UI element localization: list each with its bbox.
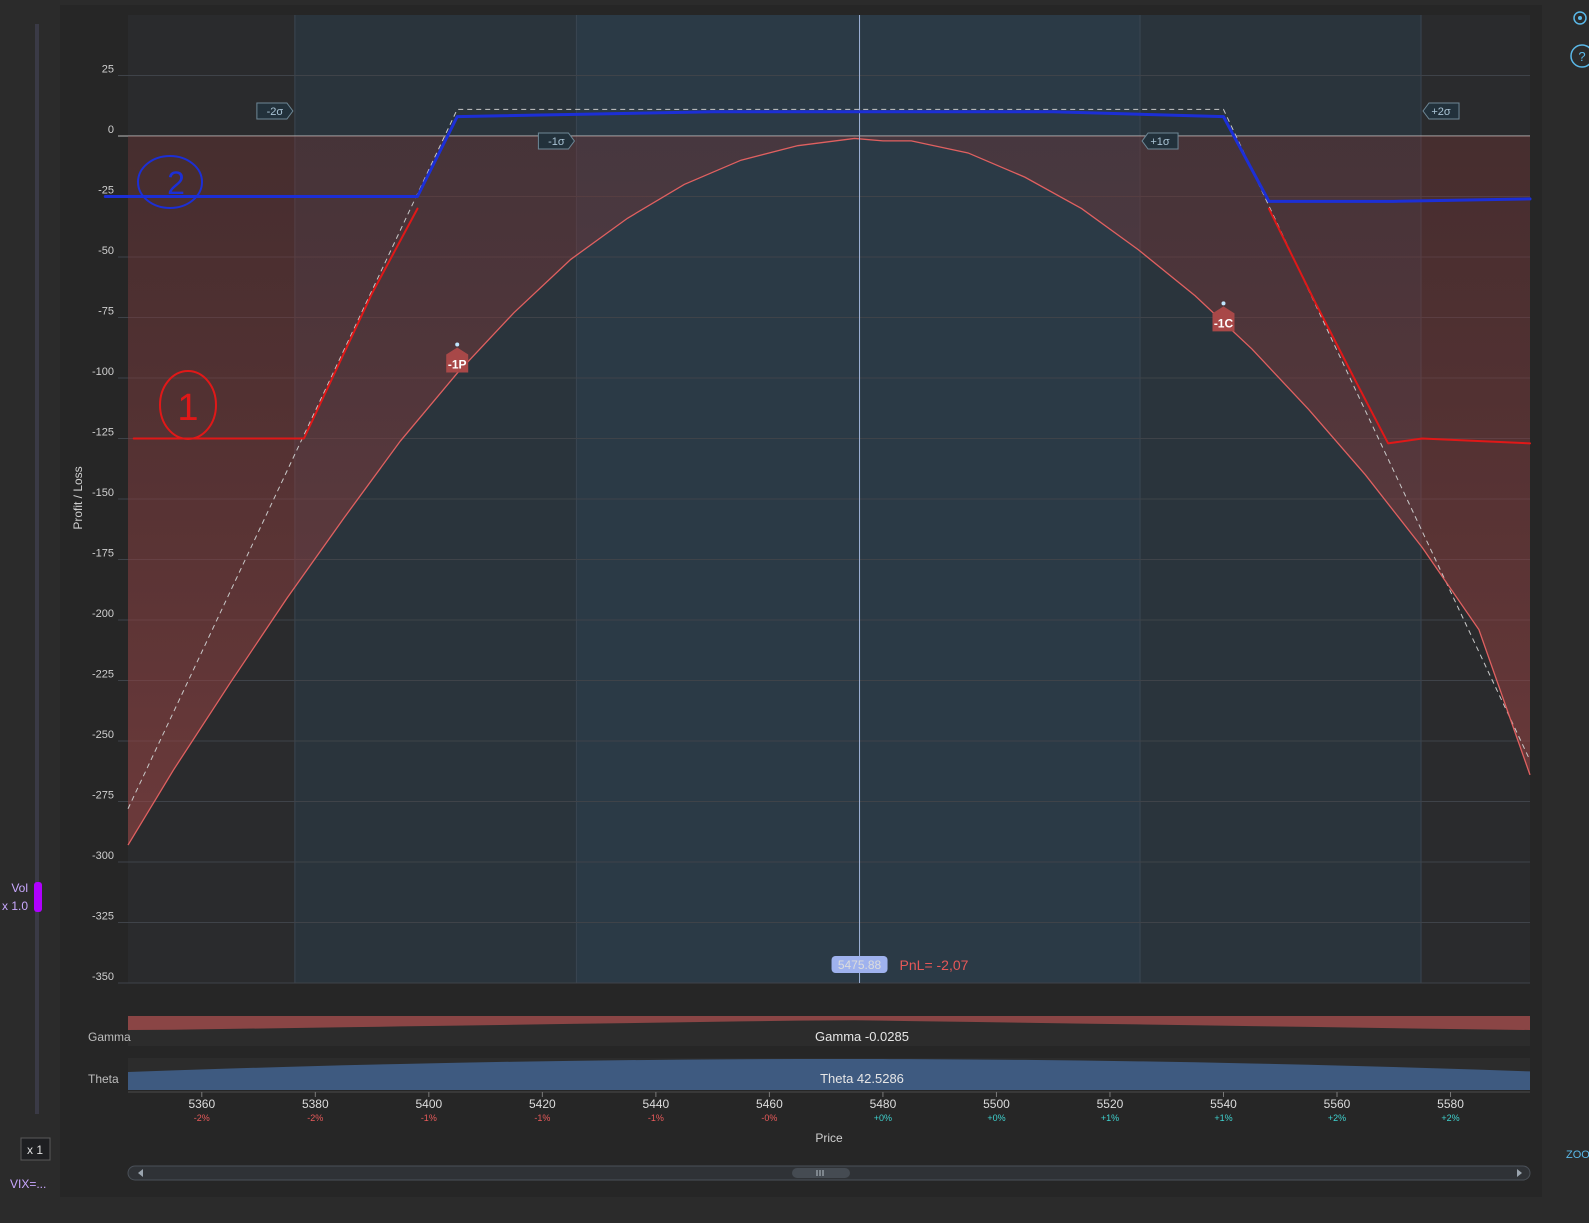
- x-tick-label: 5380: [302, 1097, 329, 1111]
- y-tick-label: 25: [102, 64, 114, 76]
- annotation-number-2: 2: [167, 165, 185, 201]
- x-tick-pct: -1%: [534, 1113, 550, 1123]
- x-tick-pct: +2%: [1328, 1113, 1346, 1123]
- x-tick-label: 5480: [870, 1097, 897, 1111]
- x-tick-pct: -2%: [194, 1113, 210, 1123]
- vol-slider-handle[interactable]: [34, 882, 42, 912]
- horizontal-scrollbar[interactable]: [127, 1165, 1531, 1181]
- x-tick-label: 5360: [188, 1097, 215, 1111]
- price-marker: 5475.88 PnL= -2,07: [831, 956, 969, 973]
- leg-point: [455, 342, 460, 347]
- y-axis-title: Profit / Loss: [71, 466, 85, 529]
- x-tick-pct: +0%: [987, 1113, 1005, 1123]
- annotation-number-1: 1: [177, 387, 198, 429]
- x-tick-pct: +0%: [874, 1113, 892, 1123]
- y-tick-label: -325: [92, 911, 114, 923]
- gamma-label: Gamma: [88, 1030, 131, 1044]
- y-tick-label: -75: [98, 306, 114, 318]
- sigma-tag-label: -2σ: [267, 106, 284, 118]
- y-tick-label: -175: [92, 548, 114, 560]
- vol-multiplier: x 1.0: [2, 899, 28, 913]
- y-tick-label: -225: [92, 669, 114, 681]
- x-tick-pct: -0%: [761, 1113, 777, 1123]
- scroll-thumb[interactable]: [792, 1168, 850, 1178]
- svg-text:?: ?: [1578, 49, 1585, 64]
- y-tick-label: -125: [92, 427, 114, 439]
- y-tick-label: -200: [92, 608, 114, 620]
- theta-value: Theta 42.5286: [820, 1071, 904, 1086]
- x-tick-pct: -1%: [421, 1113, 437, 1123]
- vol-label: Vol: [11, 881, 28, 895]
- x-tick-pct: +1%: [1214, 1113, 1232, 1123]
- zoom-reset-label: x 1: [27, 1143, 43, 1157]
- y-tick-label: -50: [98, 245, 114, 257]
- pnl-chart: 1 2 25 0 -25 -50 -75 -100 -125 -150 -175 -200 -225 -…: [0, 0, 1589, 1223]
- sigma-tag-label: +2σ: [1431, 106, 1451, 118]
- y-tick-label: -250: [92, 729, 114, 741]
- sigma-tag-label: +1σ: [1150, 136, 1170, 148]
- y-tick-label: -300: [92, 850, 114, 862]
- zoom-label: ZOO: [1566, 1149, 1589, 1161]
- y-tick-label: -100: [92, 366, 114, 378]
- gamma-value: Gamma -0.0285: [815, 1029, 909, 1044]
- x-tick-label: 5540: [1210, 1097, 1237, 1111]
- x-tick-pct: -1%: [648, 1113, 664, 1123]
- leg-label: -1C: [1214, 316, 1234, 330]
- x-tick-label: 5520: [1097, 1097, 1124, 1111]
- leg-label: -1P: [448, 358, 467, 372]
- zoom-reset-button[interactable]: x 1: [20, 1137, 51, 1161]
- pnl-label: PnL= -2,07: [900, 957, 969, 973]
- x-axis-title: Price: [815, 1131, 843, 1145]
- y-tick-label: 0: [108, 124, 114, 136]
- x-tick-pct: +1%: [1101, 1113, 1119, 1123]
- x-tick-label: 5460: [756, 1097, 783, 1111]
- x-tick-pct: +2%: [1441, 1113, 1459, 1123]
- y-tick-label: -25: [98, 185, 114, 197]
- x-tick-label: 5400: [415, 1097, 442, 1111]
- x-tick-pct: -2%: [307, 1113, 323, 1123]
- x-tick-label: 5420: [529, 1097, 556, 1111]
- x-tick-label: 5580: [1437, 1097, 1464, 1111]
- x-tick-label: 5500: [983, 1097, 1010, 1111]
- current-price-value: 5475.88: [838, 958, 882, 972]
- vix-label: VIX=...: [10, 1177, 46, 1191]
- x-tick-label: 5560: [1324, 1097, 1351, 1111]
- x-tick-label: 5440: [643, 1097, 670, 1111]
- y-tick-label: -150: [92, 487, 114, 499]
- y-tick-label: -275: [92, 790, 114, 802]
- leg-point: [1221, 301, 1226, 306]
- theta-label: Theta: [88, 1072, 119, 1086]
- sigma-tag-label: -1σ: [548, 136, 565, 148]
- y-tick-label: -350: [92, 971, 114, 983]
